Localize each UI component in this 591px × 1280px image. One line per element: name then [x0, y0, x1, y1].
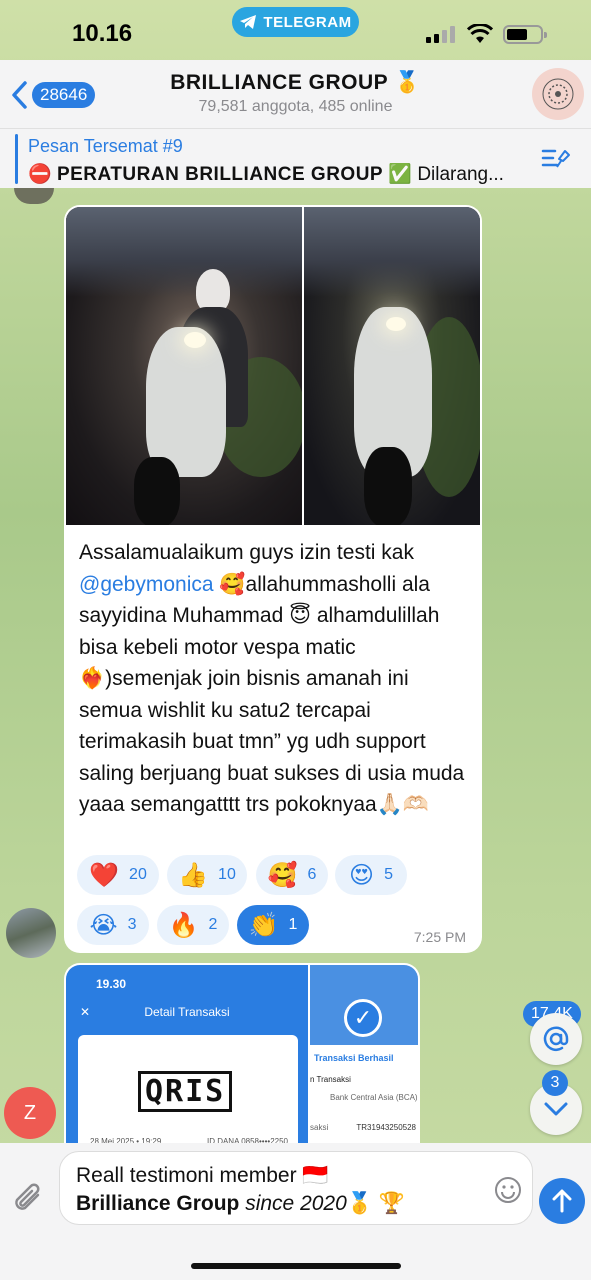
status-bar: 10.16 TELEGRAM — [0, 0, 591, 64]
input-bold: Brilliance Group — [76, 1192, 240, 1215]
reaction-emoji: 😭 — [89, 911, 118, 939]
group-avatar[interactable] — [532, 68, 584, 120]
reaction-count: 1 — [288, 916, 298, 933]
pinned-message-bar[interactable]: Pesan Tersemat #9 ⛔ PERATURAN BRILLIANCE… — [0, 128, 591, 188]
mentions-button[interactable] — [530, 1013, 582, 1065]
message-bubble-2[interactable]: 19.30 ✕ Detail Transaksi QRIS 28 Mei 202… — [64, 963, 420, 1153]
sticker-smiley-icon[interactable] — [494, 1176, 522, 1204]
message-photo-2[interactable] — [304, 207, 480, 525]
reaction-crying[interactable]: 😭 3 — [77, 905, 149, 945]
chat-header: 28646 BRILLIANCE GROUP 🥇 79,581 anggota,… — [0, 60, 591, 128]
reaction-count: 20 — [129, 866, 147, 883]
message-text: Assalamualaikum guys izin testi kak @geb… — [79, 537, 474, 821]
back-chevron-icon — [12, 81, 27, 109]
signal-icon — [426, 26, 455, 43]
input-italic: since 2020 — [239, 1192, 347, 1215]
screenshot-time: 19.30 — [96, 977, 127, 991]
qris-logo: QRIS — [138, 1071, 233, 1112]
previous-sender-avatar[interactable] — [14, 188, 54, 204]
reaction-emoji: 👏 — [248, 911, 279, 939]
home-indicator — [191, 1263, 401, 1269]
telegram-icon — [240, 15, 257, 29]
message-text-start: Assalamualaikum guys izin testi kak — [79, 541, 414, 564]
pin-list-icon[interactable] — [541, 147, 571, 171]
reaction-emoji: 👍 — [178, 861, 209, 889]
pinned-indicator — [15, 134, 18, 184]
group-logo-icon — [542, 78, 574, 110]
chat-subtitle: 79,581 anggota, 485 online — [198, 98, 393, 115]
ref-label: saksi — [310, 1123, 329, 1132]
mention-at-icon — [543, 1026, 569, 1051]
screenshot-header: Detail Transaksi — [144, 1005, 230, 1019]
reaction-count: 3 — [127, 916, 137, 933]
bank-name: Bank Central Asia (BCA) — [330, 1093, 418, 1102]
reaction-count: 5 — [384, 866, 393, 883]
transaction-screenshot-2[interactable]: ✓ Transaksi Berhasil n Transaksi Bank Ce… — [310, 965, 418, 1153]
message-photo-1[interactable] — [66, 207, 302, 525]
chat-title-area[interactable]: BRILLIANCE GROUP 🥇 79,581 anggota, 485 o… — [120, 71, 471, 116]
pinned-bold: PERATURAN BRILLIANCE GROUP — [56, 164, 384, 185]
reaction-fire[interactable]: 🔥 2 — [157, 905, 229, 945]
pinned-suffix: ✅ Dilarang... — [388, 164, 504, 185]
wifi-icon — [467, 24, 493, 43]
ref-number: TR31943250528 — [356, 1123, 416, 1132]
input-emoji: 🥇 🏆 — [346, 1192, 405, 1215]
reaction-smiling-hearts[interactable]: 🥰 6 — [256, 855, 328, 895]
qris-card: QRIS 28 Mei 2025 • 19:29 ID DANA 0858•••… — [78, 1035, 298, 1153]
transaction-screenshot-1[interactable]: 19.30 ✕ Detail Transaksi QRIS 28 Mei 202… — [66, 965, 308, 1153]
reaction-heart-eyes[interactable]: 😍 5 — [335, 855, 407, 895]
composer: Reall testimoni member 🇮🇩 Brilliance Gro… — [0, 1143, 591, 1280]
telegram-pill[interactable]: TELEGRAM — [232, 7, 359, 37]
reaction-emoji: 🔥 — [168, 911, 199, 939]
sender-avatar[interactable] — [6, 908, 56, 958]
pinned-text: ⛔ PERATURAN BRILLIANCE GROUP ✅ Dilarang.… — [28, 162, 528, 186]
attach-clip-icon[interactable] — [12, 1181, 46, 1217]
success-title: Transaksi Berhasil — [314, 1053, 394, 1063]
reaction-count: 2 — [208, 916, 218, 933]
pinned-title: Pesan Tersemat #9 — [28, 136, 183, 156]
success-check-icon: ✓ — [344, 999, 382, 1037]
input-line-1: Reall testimoni member 🇮🇩 — [76, 1164, 329, 1187]
send-arrow-icon — [552, 1189, 572, 1213]
reaction-emoji: 😍 — [349, 861, 375, 889]
message-text-rest: 🥰allahummasholli ala sayyidina Muhammad … — [79, 572, 465, 817]
reaction-thumbs-up[interactable]: 👍 10 — [167, 855, 247, 895]
typing-user-avatar[interactable]: Z — [4, 1087, 56, 1139]
send-button[interactable] — [539, 1178, 585, 1224]
input-text: Reall testimoni member 🇮🇩 Brilliance Gro… — [76, 1162, 405, 1218]
unread-below-badge: 3 — [542, 1070, 568, 1096]
input-line-2: Brilliance Group since 2020🥇 🏆 — [76, 1190, 405, 1218]
chat-title: BRILLIANCE GROUP 🥇 — [170, 71, 421, 94]
reaction-count: 6 — [307, 866, 317, 883]
detail-label: n Transaksi — [310, 1075, 351, 1084]
reaction-count: 10 — [218, 866, 236, 883]
message-time: 7:25 PM — [413, 929, 466, 945]
scroll-down-icon — [544, 1102, 568, 1116]
unread-count-badge: 28646 — [32, 82, 96, 108]
message-input[interactable]: Reall testimoni member 🇮🇩 Brilliance Gro… — [59, 1151, 533, 1225]
battery-icon — [503, 25, 547, 44]
reaction-emoji: ❤️ — [89, 861, 120, 889]
telegram-pill-label: TELEGRAM — [263, 13, 352, 31]
reaction-heart[interactable]: ❤️ 20 — [77, 855, 159, 895]
reaction-clap[interactable]: 👏 1 — [237, 905, 309, 945]
back-button[interactable]: 28646 — [10, 80, 96, 110]
status-time: 10.16 — [72, 20, 133, 47]
mention-link[interactable]: @gebymonica — [79, 573, 214, 596]
pinned-prefix: ⛔ — [28, 164, 52, 185]
message-bubble[interactable]: Assalamualaikum guys izin testi kak @geb… — [64, 205, 482, 953]
reaction-emoji: 🥰 — [267, 861, 298, 889]
